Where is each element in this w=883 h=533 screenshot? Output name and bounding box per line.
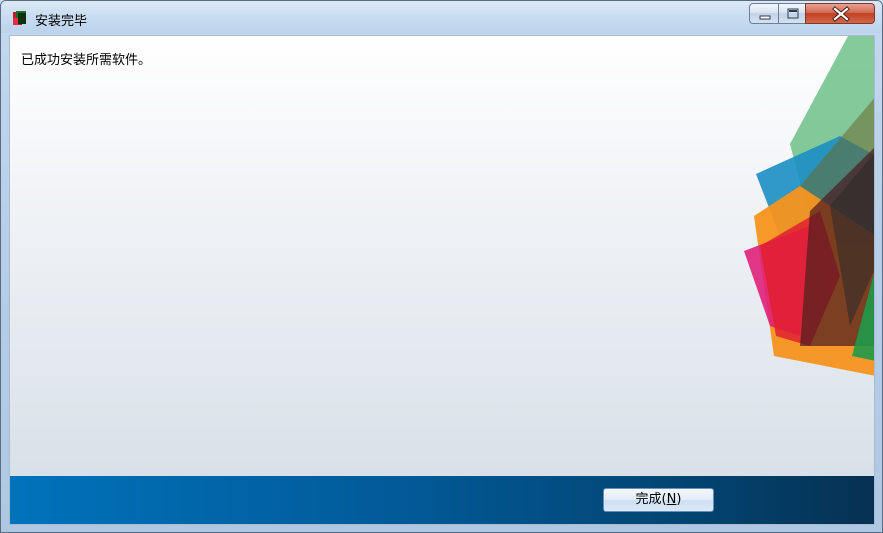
maximize-button[interactable] <box>778 3 806 24</box>
minimize-icon <box>759 15 771 20</box>
finish-label-mnemonic: N <box>666 492 677 507</box>
close-button[interactable] <box>805 3 875 24</box>
minimize-button[interactable] <box>749 3 779 24</box>
maximize-icon <box>787 8 799 19</box>
finish-label-suffix: ) <box>676 492 682 507</box>
finish-button[interactable]: 完成(N) <box>603 488 714 512</box>
title-bar[interactable]: 安装完毕 <box>1 1 882 33</box>
decorative-polygon-art <box>744 36 874 376</box>
app-icon <box>13 11 26 25</box>
installer-window: 安装完毕 已成功安装所需软件。 完成(N) <box>0 0 883 533</box>
content-area: 已成功安装所需软件。 完成(N) <box>9 35 875 525</box>
footer-bar: 完成(N) <box>10 476 874 524</box>
window-title: 安装完毕 <box>35 14 88 29</box>
finish-label-prefix: 完成( <box>635 492 667 507</box>
close-icon <box>832 6 850 22</box>
success-message: 已成功安装所需软件。 <box>21 53 152 68</box>
